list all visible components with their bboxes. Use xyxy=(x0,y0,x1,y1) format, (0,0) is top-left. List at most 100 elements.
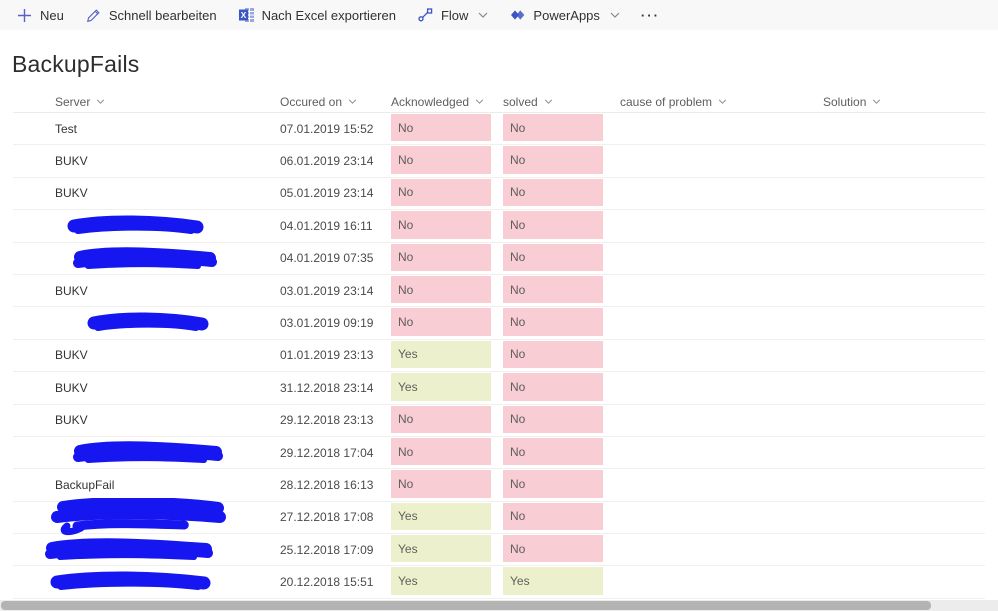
table-row[interactable]: 25.12.2018 17:09 Yes No xyxy=(13,534,985,567)
row-select-gutter[interactable] xyxy=(13,534,55,565)
column-header-cause-of-problem[interactable]: cause of problem xyxy=(620,91,823,112)
row-select-gutter[interactable] xyxy=(13,210,55,241)
cause-of-problem-cell[interactable] xyxy=(620,437,823,468)
acknowledged-cell[interactable]: Yes xyxy=(391,566,491,597)
acknowledged-cell[interactable]: Yes xyxy=(391,372,491,403)
acknowledged-cell[interactable]: No xyxy=(391,178,491,209)
column-header-solution[interactable]: Solution xyxy=(823,91,985,112)
acknowledged-cell[interactable]: Yes xyxy=(391,534,491,565)
table-row[interactable]: 27.12.2018 17:08 Yes No xyxy=(13,497,985,535)
cause-of-problem-cell[interactable] xyxy=(620,210,823,241)
solved-cell[interactable]: No xyxy=(503,113,603,144)
row-select-gutter[interactable] xyxy=(13,145,55,176)
acknowledged-cell[interactable]: No xyxy=(391,469,491,500)
solution-cell[interactable] xyxy=(823,502,985,533)
table-row[interactable]: BUKV 06.01.2019 23:14 No No xyxy=(13,145,985,178)
acknowledged-cell[interactable]: Yes xyxy=(391,340,491,371)
row-select-gutter[interactable] xyxy=(13,437,55,468)
cause-of-problem-cell[interactable] xyxy=(620,307,823,338)
table-row[interactable]: 04.01.2019 16:11 No No xyxy=(13,210,985,243)
solved-cell[interactable]: No xyxy=(503,210,603,241)
scrollbar-thumb[interactable] xyxy=(1,601,931,610)
solution-cell[interactable] xyxy=(823,437,985,468)
solution-cell[interactable] xyxy=(823,469,985,500)
acknowledged-cell[interactable]: No xyxy=(391,210,491,241)
row-select-gutter[interactable] xyxy=(13,178,55,209)
cause-of-problem-cell[interactable] xyxy=(620,340,823,371)
solved-cell[interactable]: Yes xyxy=(503,566,603,597)
table-row[interactable]: BUKV 05.01.2019 23:14 No No xyxy=(13,178,985,211)
solution-cell[interactable] xyxy=(823,210,985,241)
cause-of-problem-cell[interactable] xyxy=(620,243,823,274)
table-row[interactable]: 29.12.2018 17:04 No No xyxy=(13,437,985,470)
acknowledged-cell[interactable]: No xyxy=(391,437,491,468)
acknowledged-cell[interactable]: No xyxy=(391,145,491,176)
solution-cell[interactable] xyxy=(823,113,985,144)
row-select-gutter[interactable] xyxy=(13,502,55,533)
table-row[interactable]: Test 07.01.2019 15:52 No No xyxy=(13,113,985,146)
cause-of-problem-cell[interactable] xyxy=(620,534,823,565)
row-select-gutter[interactable] xyxy=(13,113,55,144)
cause-of-problem-cell[interactable] xyxy=(620,178,823,209)
solution-cell[interactable] xyxy=(823,178,985,209)
acknowledged-cell[interactable]: No xyxy=(391,307,491,338)
solved-cell[interactable]: No xyxy=(503,437,603,468)
row-select-gutter[interactable] xyxy=(13,243,55,274)
column-header-server[interactable]: Server xyxy=(55,91,280,112)
solved-cell[interactable]: No xyxy=(503,243,603,274)
row-select-gutter[interactable] xyxy=(13,275,55,306)
table-row[interactable]: BUKV 29.12.2018 23:13 No No xyxy=(13,405,985,437)
solved-cell[interactable]: No xyxy=(503,275,603,306)
cause-of-problem-cell[interactable] xyxy=(620,372,823,403)
export-excel-button[interactable]: X Nach Excel exportieren xyxy=(228,0,407,30)
solved-cell[interactable]: No xyxy=(503,178,603,209)
solved-cell[interactable]: No xyxy=(503,145,603,176)
quick-edit-button[interactable]: Schnell bearbeiten xyxy=(75,0,228,30)
solution-cell[interactable] xyxy=(823,405,985,436)
acknowledged-cell[interactable]: No xyxy=(391,275,491,306)
solution-cell[interactable] xyxy=(823,145,985,176)
cause-of-problem-cell[interactable] xyxy=(620,566,823,597)
row-select-gutter[interactable] xyxy=(13,405,55,436)
cause-of-problem-cell[interactable] xyxy=(620,469,823,500)
solved-cell[interactable]: No xyxy=(503,469,603,500)
solution-cell[interactable] xyxy=(823,534,985,565)
acknowledged-cell[interactable]: No xyxy=(391,113,491,144)
column-header-acknowledged[interactable]: Acknowledged xyxy=(391,91,491,112)
row-select-gutter[interactable] xyxy=(13,566,55,597)
row-select-gutter[interactable] xyxy=(13,469,55,500)
row-select-gutter[interactable] xyxy=(13,307,55,338)
solved-cell[interactable]: No xyxy=(503,307,603,338)
column-header-solved[interactable]: solved xyxy=(503,91,603,112)
table-row[interactable]: 20.12.2018 15:51 Yes Yes xyxy=(13,566,985,599)
cause-of-problem-cell[interactable] xyxy=(620,113,823,144)
cause-of-problem-cell[interactable] xyxy=(620,502,823,533)
solution-cell[interactable] xyxy=(823,243,985,274)
solved-cell[interactable]: No xyxy=(503,340,603,371)
acknowledged-cell[interactable]: Yes xyxy=(391,502,491,533)
acknowledged-cell[interactable]: No xyxy=(391,405,491,436)
acknowledged-cell[interactable]: No xyxy=(391,243,491,274)
solved-cell[interactable]: No xyxy=(503,372,603,403)
cause-of-problem-cell[interactable] xyxy=(620,405,823,436)
horizontal-scrollbar[interactable] xyxy=(0,600,998,611)
solution-cell[interactable] xyxy=(823,307,985,338)
table-row[interactable]: BackupFail 28.12.2018 16:13 No No xyxy=(13,469,985,502)
row-select-gutter[interactable] xyxy=(13,372,55,403)
solution-cell[interactable] xyxy=(823,275,985,306)
table-row[interactable]: BUKV 03.01.2019 23:14 No No xyxy=(13,275,985,308)
table-row[interactable]: 04.01.2019 07:35 No No xyxy=(13,243,985,275)
cause-of-problem-cell[interactable] xyxy=(620,275,823,306)
new-button[interactable]: Neu xyxy=(6,0,75,30)
solution-cell[interactable] xyxy=(823,566,985,597)
solution-cell[interactable] xyxy=(823,340,985,371)
solved-cell[interactable]: No xyxy=(503,534,603,565)
table-row[interactable]: BUKV 31.12.2018 23:14 Yes No xyxy=(13,372,985,405)
flow-button[interactable]: Flow xyxy=(407,0,499,30)
table-row[interactable]: 03.01.2019 09:19 No No xyxy=(13,307,985,340)
table-row[interactable]: BUKV 01.01.2019 23:13 Yes No xyxy=(13,340,985,373)
column-header-occured-on[interactable]: Occured on xyxy=(280,91,391,112)
solved-cell[interactable]: No xyxy=(503,405,603,436)
cause-of-problem-cell[interactable] xyxy=(620,145,823,176)
more-commands-button[interactable]: ··· xyxy=(631,0,670,30)
